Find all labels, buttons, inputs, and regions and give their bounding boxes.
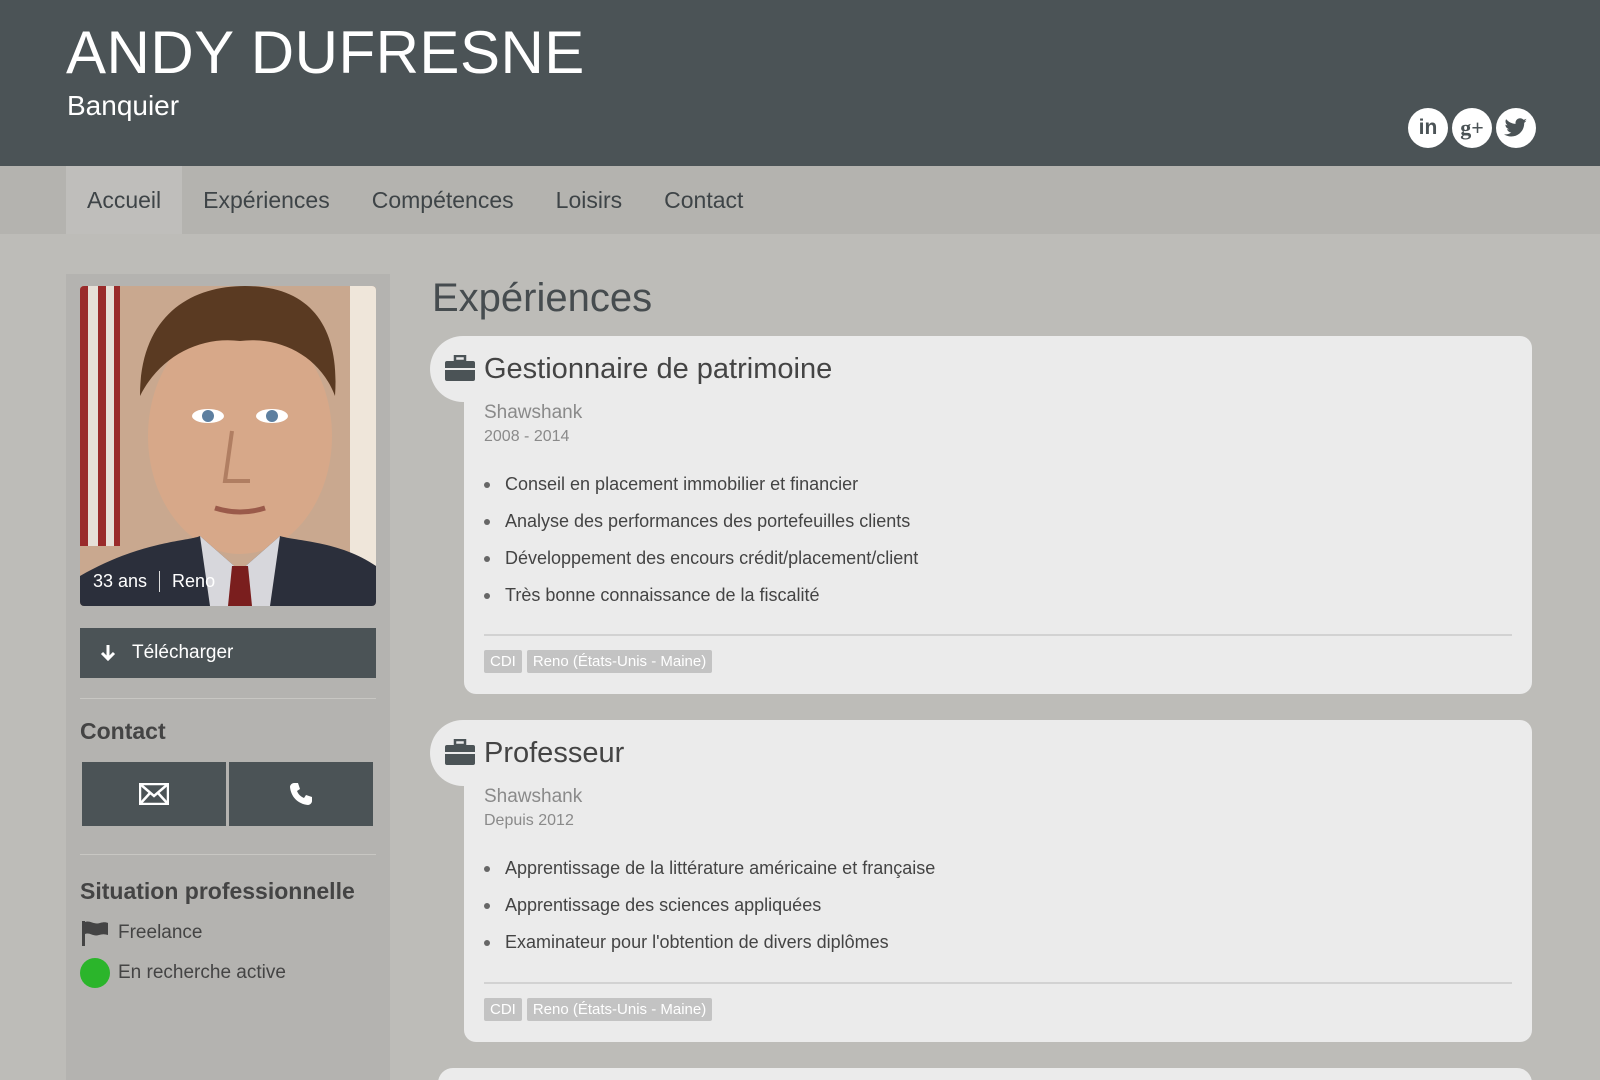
- person-name: ANDY DUFRESNE: [66, 19, 585, 86]
- sidebar-divider: [80, 698, 376, 699]
- card-divider: [484, 634, 1512, 636]
- nav-contact[interactable]: Contact: [643, 166, 764, 234]
- arrow-down-icon: [100, 645, 116, 662]
- task-text: Examinateur pour l'obtention de divers d…: [505, 932, 889, 952]
- google-plus-glyph: g+: [1460, 115, 1484, 140]
- section-title: Expériences: [432, 276, 653, 320]
- list-item: Examinateur pour l'obtention de divers d…: [484, 924, 935, 961]
- status-label: En recherche active: [118, 962, 286, 983]
- experience-company: Shawshank: [484, 402, 583, 423]
- twitter-icon[interactable]: [1496, 108, 1536, 148]
- nav-competences[interactable]: Compétences: [351, 166, 535, 234]
- experience-card: Gestionnaire de patrimoine Shawshank 200…: [430, 336, 1532, 694]
- city-label: Reno: [172, 571, 216, 591]
- experience-title: Gestionnaire de patrimoine: [484, 352, 833, 385]
- location-tag: Reno (États-Unis - Maine): [526, 998, 713, 1021]
- list-item: Conseil en placement immobilier et finan…: [484, 466, 918, 503]
- nav-loisirs[interactable]: Loisirs: [535, 166, 643, 234]
- age-label: 33 ans: [93, 571, 148, 591]
- profile-photo: 33 ans Reno: [80, 286, 376, 606]
- download-label: Télécharger: [132, 642, 234, 663]
- nav-accueil[interactable]: Accueil: [66, 166, 183, 234]
- experience-company: Shawshank: [484, 786, 583, 807]
- task-text: Très bonne connaissance de la fiscalité: [505, 585, 820, 605]
- task-text: Conseil en placement immobilier et finan…: [505, 474, 859, 494]
- experience-title: Professeur: [484, 736, 625, 769]
- card-divider: [484, 982, 1512, 984]
- task-list: Conseil en placement immobilier et finan…: [484, 466, 918, 614]
- email-button[interactable]: [82, 762, 226, 826]
- status-freelance: Freelance: [80, 920, 203, 946]
- social-links: in g+: [1408, 108, 1536, 148]
- envelope-icon: [139, 783, 169, 805]
- page-header: ANDY DUFRESNE Banquier in g+: [0, 0, 1600, 166]
- task-list: Apprentissage de la littérature américai…: [484, 850, 935, 961]
- bullet-icon: [484, 939, 490, 946]
- task-text: Analyse des performances des portefeuill…: [505, 511, 911, 531]
- phone-button[interactable]: [229, 762, 373, 826]
- sidebar-divider: [80, 854, 376, 855]
- contract-tag: CDI: [484, 998, 522, 1021]
- briefcase-icon: [445, 739, 475, 765]
- contact-heading: Contact: [80, 718, 166, 744]
- contract-tag: CDI: [484, 650, 522, 673]
- green-dot-icon: [80, 958, 110, 988]
- photo-caption: 33 ans Reno: [93, 571, 215, 592]
- status-label: Freelance: [118, 922, 203, 943]
- phone-icon: [290, 783, 312, 805]
- tag-list: CDI Reno (États-Unis - Maine): [484, 998, 713, 1021]
- list-item: Apprentissage de la littérature américai…: [484, 850, 935, 887]
- linkedin-glyph: in: [1418, 116, 1438, 139]
- list-item: Développement des encours crédit/placeme…: [484, 540, 918, 577]
- twitter-bird-icon: [1504, 118, 1527, 137]
- task-text: Développement des encours crédit/placeme…: [505, 548, 919, 568]
- location-tag: Reno (États-Unis - Maine): [526, 650, 713, 673]
- list-item: Très bonne connaissance de la fiscalité: [484, 577, 918, 614]
- google-plus-icon[interactable]: g+: [1452, 108, 1492, 148]
- task-text: Apprentissage de la littérature américai…: [505, 858, 936, 878]
- bullet-icon: [484, 865, 490, 872]
- nav-experiences[interactable]: Expériences: [182, 166, 351, 234]
- next-experience-card: [438, 1068, 1532, 1080]
- linkedin-icon[interactable]: in: [1408, 108, 1448, 148]
- experience-card: Professeur Shawshank Depuis 2012 Apprent…: [430, 720, 1532, 1042]
- bullet-icon: [484, 592, 490, 599]
- main-nav: Accueil Expériences Compétences Loisirs …: [0, 166, 1600, 234]
- flag-icon: [82, 921, 108, 946]
- experience-dates: 2008 - 2014: [484, 428, 570, 445]
- list-item: Apprentissage des sciences appliquées: [484, 887, 935, 924]
- bullet-icon: [484, 518, 490, 525]
- job-title: Banquier: [67, 90, 180, 121]
- tag-list: CDI Reno (États-Unis - Maine): [484, 650, 713, 673]
- portrait-illustration: [80, 286, 376, 606]
- briefcase-icon: [445, 355, 475, 381]
- status-recherche: En recherche active: [80, 958, 286, 988]
- experience-dates: Depuis 2012: [484, 812, 574, 829]
- sidebar: 33 ans Reno Télécharger Contact Situatio…: [66, 274, 390, 1080]
- card-title-tab: Professeur: [430, 720, 890, 786]
- card-title-tab: Gestionnaire de patrimoine: [430, 336, 890, 402]
- caption-separator: [159, 571, 161, 592]
- task-text: Apprentissage des sciences appliquées: [505, 895, 822, 915]
- bullet-icon: [484, 555, 490, 562]
- situation-heading: Situation professionnelle: [80, 878, 355, 904]
- download-button[interactable]: Télécharger: [80, 628, 376, 678]
- bullet-icon: [484, 902, 490, 909]
- bullet-icon: [484, 481, 490, 488]
- list-item: Analyse des performances des portefeuill…: [484, 503, 918, 540]
